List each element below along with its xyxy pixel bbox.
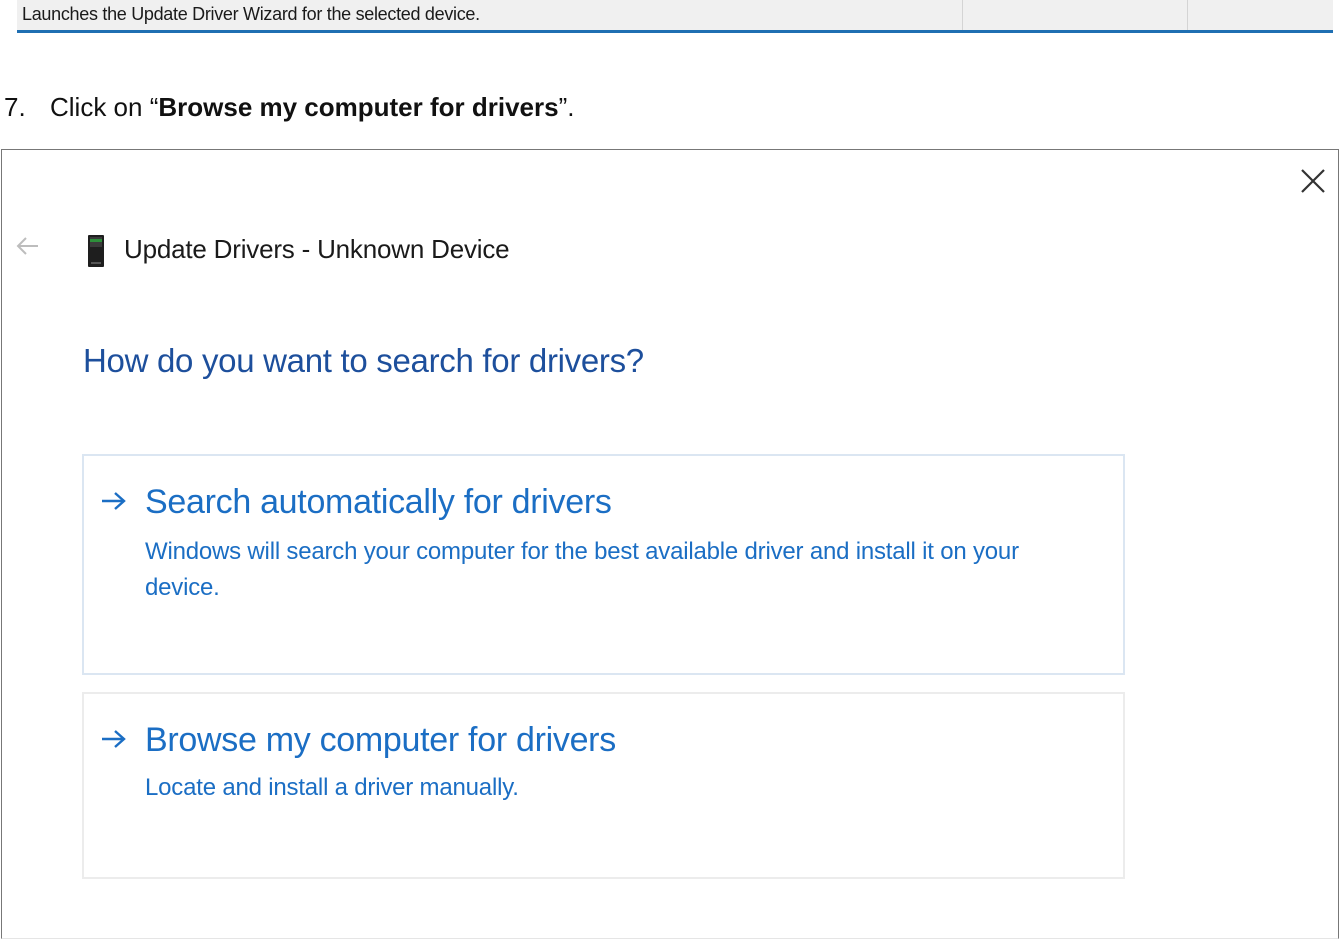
device-icon <box>86 234 106 268</box>
close-button[interactable] <box>1296 164 1330 198</box>
status-text: Launches the Update Driver Wizard for th… <box>22 4 480 24</box>
step-emphasis: Browse my computer for drivers <box>158 92 559 122</box>
status-separator <box>1187 0 1188 30</box>
option-description: Windows will search your computer for th… <box>145 538 1019 601</box>
status-bar: Launches the Update Driver Wizard for th… <box>17 0 1333 33</box>
dialog-heading: How do you want to search for drivers? <box>83 342 644 379</box>
browse-computer-option[interactable]: Browse my computer for drivers Locate an… <box>82 692 1125 879</box>
dialog-title: Update Drivers - Unknown Device <box>124 234 510 264</box>
arrow-right-icon <box>102 730 126 748</box>
close-icon <box>1301 169 1325 193</box>
back-button[interactable] <box>14 232 42 260</box>
option-description: Locate and install a driver manually. <box>145 774 519 801</box>
step-suffix: ”. <box>558 92 575 122</box>
step-number: 7. <box>4 92 26 122</box>
instruction-step: 7. Click on “Browse my computer for drive… <box>4 92 574 123</box>
back-arrow-icon <box>16 237 38 255</box>
update-drivers-dialog: Update Drivers - Unknown Device How do y… <box>1 149 1339 939</box>
option-title: Search automatically for drivers <box>145 483 612 521</box>
step-prefix: Click on “ <box>50 92 159 122</box>
option-title: Browse my computer for drivers <box>145 721 616 759</box>
search-automatically-option[interactable]: Search automatically for drivers Windows… <box>82 454 1125 675</box>
status-separator <box>962 0 963 30</box>
arrow-right-icon <box>102 492 126 510</box>
